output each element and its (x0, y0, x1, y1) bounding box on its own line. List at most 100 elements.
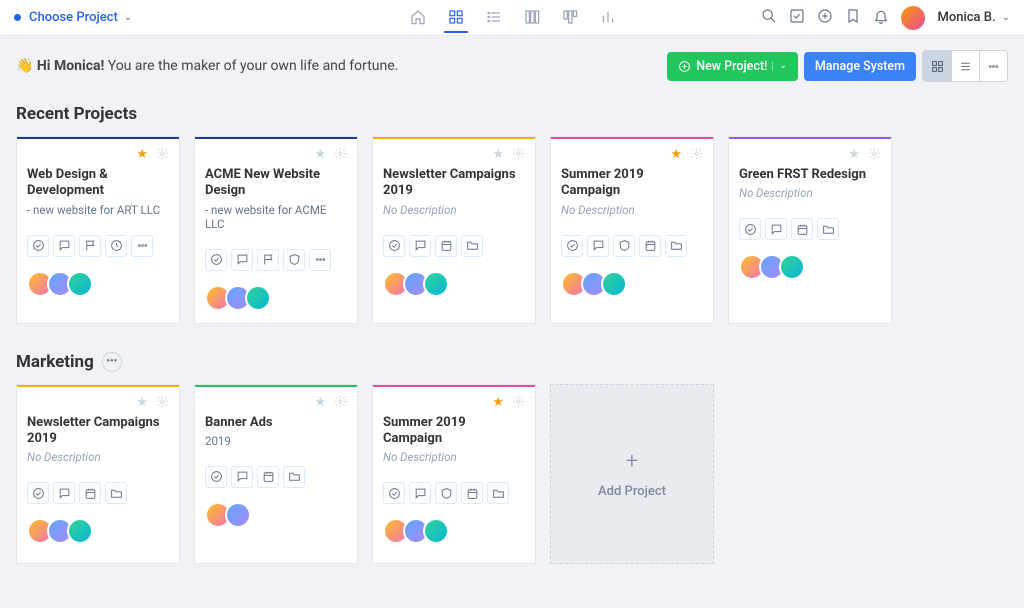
kanban-icon[interactable] (558, 3, 582, 33)
project-selector[interactable]: Choose Project ⌄ (29, 10, 132, 25)
comment-tool[interactable] (231, 466, 253, 488)
list-icon[interactable] (482, 3, 506, 33)
manage-system-button[interactable]: Manage System (804, 52, 916, 81)
project-title: Green FRST Redesign (739, 167, 881, 183)
cal-tool[interactable] (79, 482, 101, 504)
check-tool[interactable] (561, 235, 583, 257)
search-icon[interactable] (761, 8, 777, 28)
star-icon[interactable]: ★ (670, 147, 682, 161)
star-icon[interactable]: ★ (136, 395, 148, 409)
dots-tool[interactable] (309, 249, 331, 271)
cal-tool[interactable] (435, 235, 457, 257)
member-avatar[interactable] (601, 271, 627, 297)
member-avatar[interactable] (423, 518, 449, 544)
flag-tool[interactable] (257, 249, 279, 271)
member-avatar[interactable] (67, 518, 93, 544)
folder-tool[interactable] (461, 235, 483, 257)
project-card[interactable]: ★ Web Design & Development - new website… (16, 136, 180, 324)
gear-icon[interactable] (156, 395, 169, 409)
star-icon[interactable]: ★ (314, 147, 326, 161)
card-color-bar (551, 137, 713, 139)
comment-tool[interactable] (765, 218, 787, 240)
project-card[interactable]: ★ Green FRST Redesign No Description (728, 136, 892, 324)
check-tool[interactable] (27, 235, 49, 257)
shield-tool[interactable] (283, 249, 305, 271)
star-icon[interactable]: ★ (492, 147, 504, 161)
comment-tool[interactable] (231, 249, 253, 271)
chart-icon[interactable] (596, 3, 620, 33)
list-view-button[interactable] (951, 51, 979, 81)
folder-tool[interactable] (665, 235, 687, 257)
comment-tool[interactable] (409, 482, 431, 504)
home-icon[interactable] (406, 3, 430, 33)
cal-tool[interactable] (461, 482, 483, 504)
project-tools (27, 235, 169, 257)
member-avatar[interactable] (779, 254, 805, 280)
project-members (27, 518, 169, 544)
gear-icon[interactable] (868, 147, 881, 161)
gear-icon[interactable] (156, 147, 169, 161)
section-title: Recent Projects (16, 104, 1008, 124)
check-tool[interactable] (383, 235, 405, 257)
member-avatar[interactable] (423, 271, 449, 297)
project-card[interactable]: ★ Summer 2019 Campaign No Description (372, 384, 536, 564)
check-tool[interactable] (205, 249, 227, 271)
member-avatar[interactable] (245, 285, 271, 311)
add-circle-icon[interactable] (817, 8, 833, 28)
star-icon[interactable]: ★ (848, 147, 860, 161)
star-icon[interactable]: ★ (136, 147, 148, 161)
clock-tool[interactable] (105, 235, 127, 257)
check-tool[interactable] (27, 482, 49, 504)
user-avatar[interactable] (901, 6, 925, 30)
comment-tool[interactable] (587, 235, 609, 257)
project-title: Summer 2019 Campaign (561, 167, 703, 200)
cal-tool[interactable] (257, 466, 279, 488)
comment-tool[interactable] (409, 235, 431, 257)
cal-tool[interactable] (639, 235, 661, 257)
project-card[interactable]: ★ Newsletter Campaigns 2019 No Descripti… (16, 384, 180, 564)
comment-tool[interactable] (53, 482, 75, 504)
project-card[interactable]: ★ Summer 2019 Campaign No Description (550, 136, 714, 324)
new-project-label: New Project! (696, 59, 767, 74)
project-card[interactable]: ★ Banner Ads 2019 (194, 384, 358, 564)
member-avatar[interactable] (225, 502, 251, 528)
shield-tool[interactable] (613, 235, 635, 257)
gear-icon[interactable] (690, 147, 703, 161)
add-project-card[interactable]: +Add Project (550, 384, 714, 564)
user-menu[interactable]: Monica B. ⌄ (937, 10, 1010, 25)
grid-view-button[interactable] (923, 51, 951, 81)
member-avatar[interactable] (67, 271, 93, 297)
approve-icon[interactable] (789, 8, 805, 28)
new-project-button[interactable]: New Project! ⌄ (667, 52, 798, 81)
chevron-down-icon: ⌄ (124, 12, 132, 23)
card-color-bar (729, 137, 891, 139)
check-tool[interactable] (205, 466, 227, 488)
dots-tool[interactable] (131, 235, 153, 257)
gear-icon[interactable] (334, 395, 347, 409)
project-title: Summer 2019 Campaign (383, 415, 525, 448)
star-icon[interactable]: ★ (492, 395, 504, 409)
gear-icon[interactable] (334, 147, 347, 161)
gear-icon[interactable] (512, 395, 525, 409)
check-tool[interactable] (739, 218, 761, 240)
cal-tool[interactable] (791, 218, 813, 240)
star-icon[interactable]: ★ (314, 395, 326, 409)
folder-tool[interactable] (283, 466, 305, 488)
folder-tool[interactable] (487, 482, 509, 504)
folder-tool[interactable] (817, 218, 839, 240)
board-icon[interactable] (520, 3, 544, 33)
project-card[interactable]: ★ Newsletter Campaigns 2019 No Descripti… (372, 136, 536, 324)
check-tool[interactable] (383, 482, 405, 504)
bookmark-icon[interactable] (845, 8, 861, 28)
project-card[interactable]: ★ ACME New Website Design - new website … (194, 136, 358, 324)
project-tools (205, 249, 347, 271)
folder-tool[interactable] (105, 482, 127, 504)
section-more-button[interactable]: ••• (102, 352, 122, 372)
bell-icon[interactable] (873, 8, 889, 28)
grid-icon[interactable] (444, 3, 468, 33)
more-view-button[interactable] (979, 51, 1007, 81)
comment-tool[interactable] (53, 235, 75, 257)
flag-tool[interactable] (79, 235, 101, 257)
gear-icon[interactable] (512, 147, 525, 161)
shield-tool[interactable] (435, 482, 457, 504)
